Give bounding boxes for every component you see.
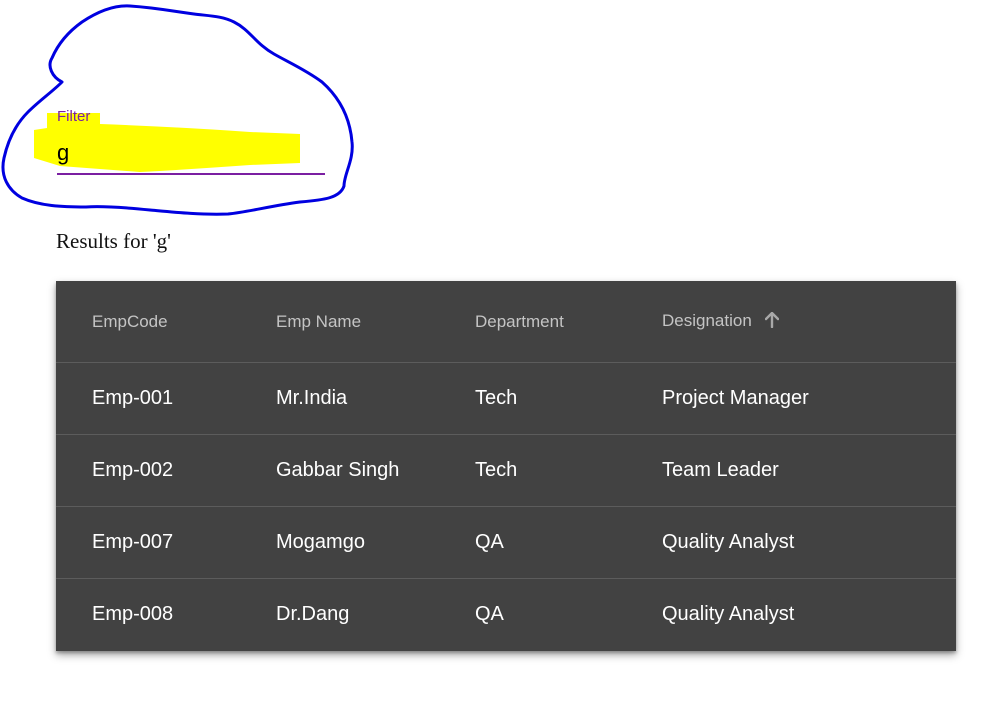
header-department-label: Department: [475, 311, 564, 331]
header-empcode-label: EmpCode: [92, 311, 168, 331]
cell-empcode: Emp-001: [56, 362, 276, 435]
table-row: Emp-002 Gabbar Singh Tech Team Leader: [56, 434, 956, 507]
cell-empname: Mr.India: [276, 362, 475, 435]
cell-department: QA: [475, 506, 662, 579]
cell-designation: Team Leader: [662, 434, 956, 507]
cell-empcode: Emp-007: [56, 506, 276, 579]
filter-underline: [57, 173, 325, 175]
header-designation-label: Designation: [662, 310, 752, 330]
header-empcode[interactable]: EmpCode: [56, 281, 276, 363]
header-empname-label: Emp Name: [276, 311, 362, 331]
header-empname[interactable]: Emp Name: [276, 281, 475, 363]
employee-table: EmpCode Emp Name Department Designation …: [56, 281, 956, 650]
table-header-row: EmpCode Emp Name Department Designation: [56, 281, 956, 363]
cell-designation: Project Manager: [662, 362, 956, 435]
cell-department: Tech: [475, 434, 662, 507]
cell-empname: Dr.Dang: [276, 603, 350, 625]
cell-department: Tech: [475, 362, 662, 435]
filter-field[interactable]: Filter: [57, 106, 325, 178]
cell-designation: Quality Analyst: [662, 506, 956, 579]
table-row: Emp-001 Mr.India Tech Project Manager: [56, 362, 956, 435]
filter-label: Filter: [57, 108, 91, 125]
cell-empcode: Emp-002: [56, 434, 276, 507]
arrow-up-icon: [764, 311, 779, 333]
table-row: Emp-008 Dr.Dang QA Quality Analyst: [56, 579, 956, 651]
cell-department: QA: [475, 603, 504, 625]
employee-table-card: EmpCode Emp Name Department Designation …: [56, 281, 956, 651]
results-text: Results for 'g': [56, 229, 171, 253]
table-row: Emp-007 Mogamgo QA Quality Analyst: [56, 506, 956, 579]
cell-designation: Quality Analyst: [662, 603, 795, 625]
header-designation[interactable]: Designation: [662, 281, 956, 363]
filter-input[interactable]: [57, 138, 325, 168]
cell-empname: Gabbar Singh: [276, 434, 475, 507]
header-department[interactable]: Department: [475, 281, 662, 363]
cell-empcode: Emp-008: [92, 603, 174, 625]
cell-empname: Mogamgo: [276, 506, 475, 579]
